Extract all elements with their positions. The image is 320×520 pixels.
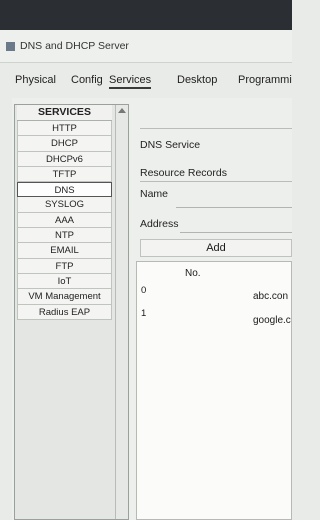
dns-panel: DNS Service Resource Records Name Addres… [136,98,292,520]
name-field[interactable] [176,207,292,208]
service-item-ftp[interactable]: FTP [17,258,112,274]
services-panel: SERVICES HTTP DHCP DHCPv6 TFTP DNS SYSLO… [14,104,129,520]
screen-top-bezel [0,0,292,30]
scroll-up-arrow-icon[interactable] [118,108,126,113]
name-label: Name [140,188,169,200]
service-item-tftp[interactable]: TFTP [17,166,112,183]
service-item-dns[interactable]: DNS [17,182,112,198]
row-name[interactable]: abc.con [253,291,288,302]
records-divider [140,181,292,182]
service-item-http[interactable]: HTTP [17,121,112,137]
service-item-dhcpv6[interactable]: DHCPv6 [17,151,112,167]
row-no: 1 [141,308,147,319]
window-title: DNS and DHCP Server [20,40,129,52]
services-header: SERVICES [17,105,112,121]
tab-physical[interactable]: Physical [15,74,56,86]
tab-desktop[interactable]: Desktop [177,74,217,86]
service-item-syslog[interactable]: SYSLOG [17,197,112,213]
address-field[interactable] [180,232,292,233]
service-item-aaa[interactable]: AAA [17,212,112,229]
row-no: 0 [141,285,147,296]
dns-service-label: DNS Service [140,139,201,151]
app-icon [6,42,15,51]
address-label: Address [140,218,179,230]
row-name[interactable]: google.c [253,315,291,326]
tab-bar: Physical Config Services Desktop Program… [0,68,292,92]
service-item-iot[interactable]: IoT [17,273,112,290]
add-button[interactable]: Add [140,239,292,257]
divider [140,128,292,129]
service-item-ntp[interactable]: NTP [17,228,112,244]
service-item-dhcp[interactable]: DHCP [17,136,112,152]
services-scrollbar[interactable] [115,105,128,519]
records-table: No. 0 abc.con 1 google.c [136,261,292,520]
service-item-radius-eap[interactable]: Radius EAP [17,304,112,320]
services-content: SERVICES HTTP DHCP DHCPv6 TFTP DNS SYSLO… [12,98,292,520]
service-item-email[interactable]: EMAIL [17,243,112,259]
title-bar: DNS and DHCP Server [0,30,292,63]
column-header-no: No. [185,268,201,279]
service-item-vm-management[interactable]: VM Management [17,289,112,305]
resource-records-label: Resource Records [140,167,227,179]
tab-programming[interactable]: Programmi [238,74,292,86]
tab-services[interactable]: Services [109,74,152,89]
services-list: SERVICES HTTP DHCP DHCPv6 TFTP DNS SYSLO… [17,105,112,320]
tab-config[interactable]: Config [71,74,103,86]
